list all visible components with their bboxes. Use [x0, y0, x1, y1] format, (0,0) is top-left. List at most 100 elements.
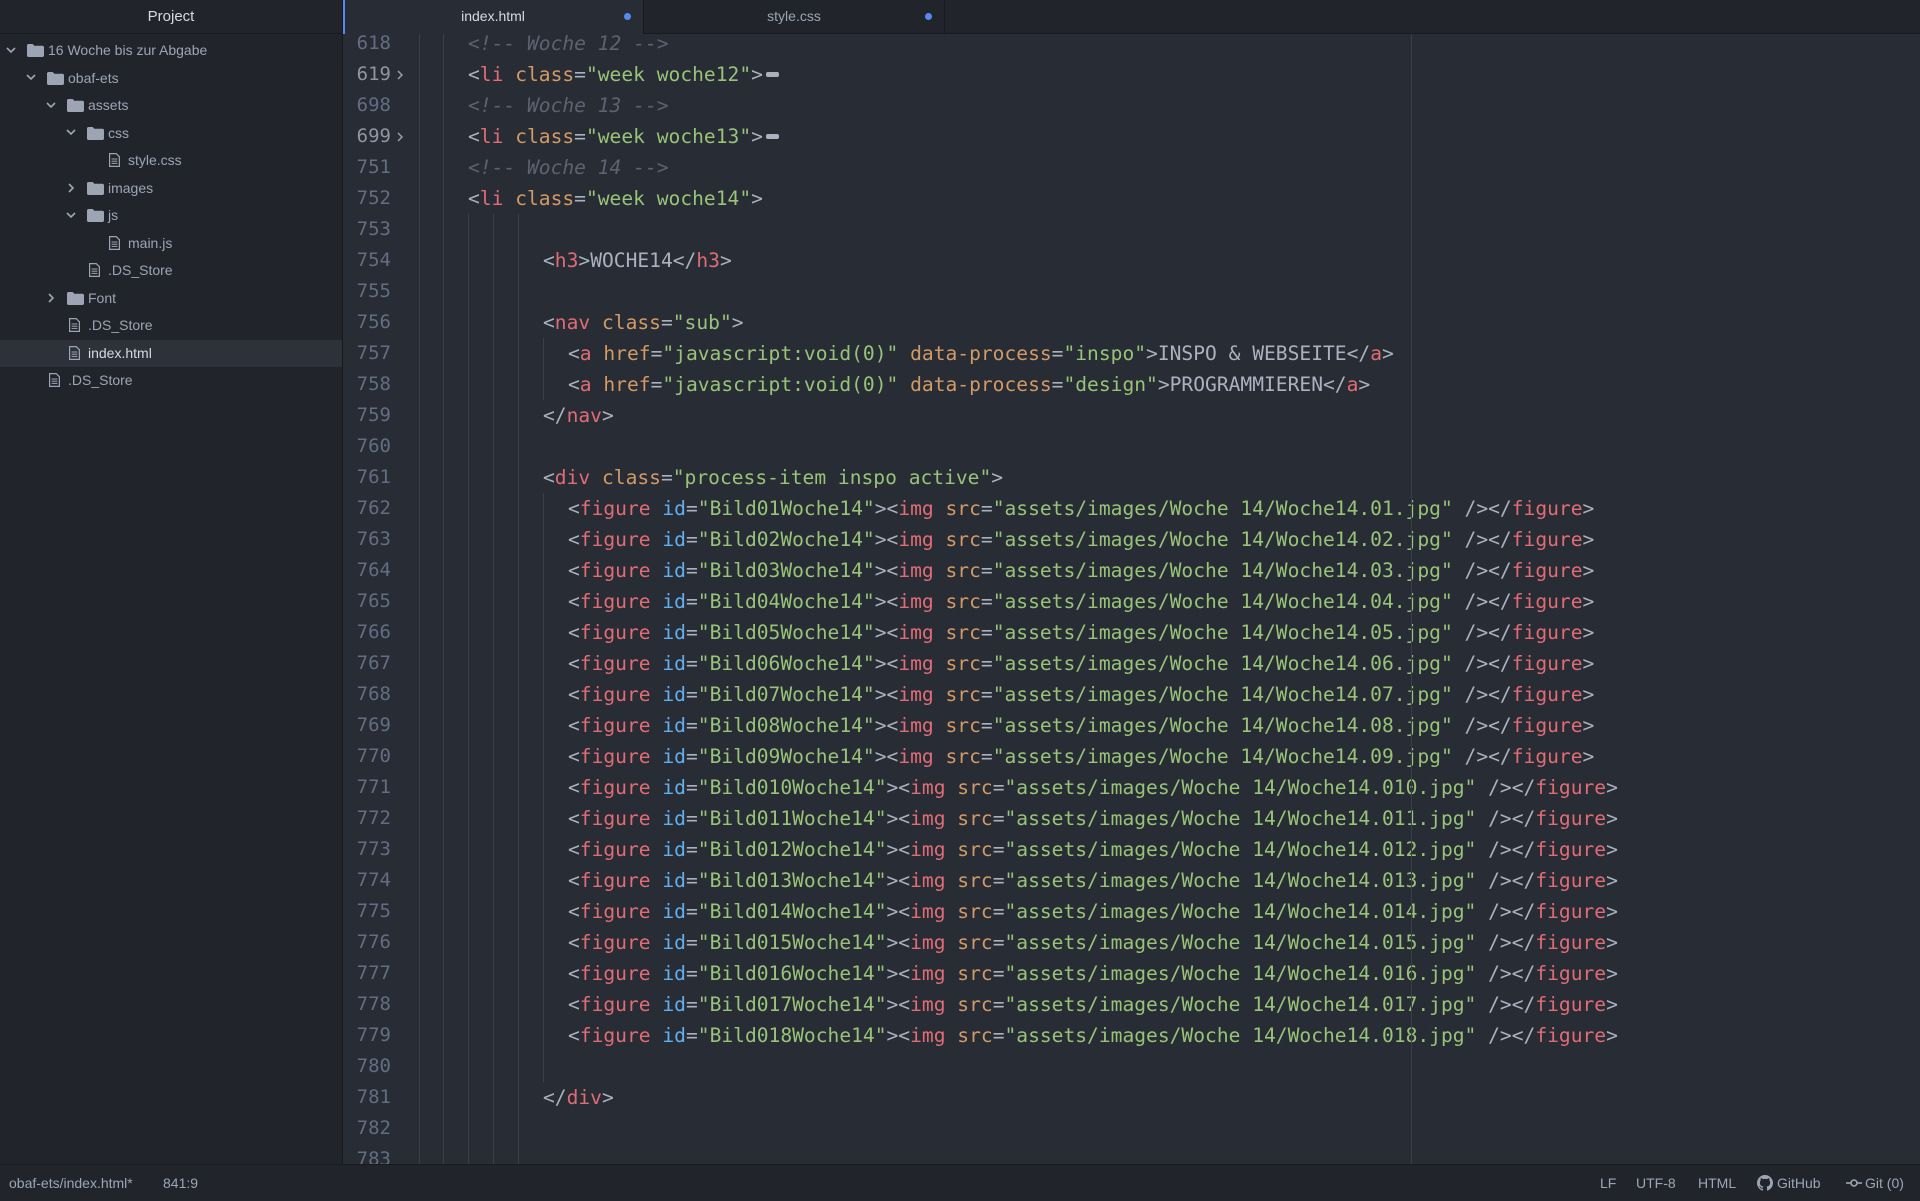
- fold-ellipsis-icon[interactable]: [765, 134, 779, 139]
- line-ending-selector[interactable]: LF: [1600, 1165, 1616, 1201]
- tree-folder[interactable]: 16 Woche bis zur Abgabe: [0, 37, 342, 65]
- code-token: ><: [874, 590, 899, 613]
- code-line[interactable]: </div>: [543, 1082, 614, 1113]
- code-token: =: [685, 714, 698, 737]
- tree-file[interactable]: style.css: [0, 147, 342, 175]
- tree-item-label: index.html: [88, 344, 152, 361]
- code-token: figure: [1511, 652, 1583, 675]
- chevron-down-icon[interactable]: [25, 65, 37, 93]
- code-token: <: [568, 652, 580, 675]
- code-token: h3: [696, 249, 720, 272]
- code-token: =: [685, 745, 698, 768]
- code-line[interactable]: <a href="javascript:void(0)" data-proces…: [568, 338, 1394, 369]
- code-line[interactable]: <a href="javascript:void(0)" data-proces…: [568, 369, 1370, 400]
- line-number: 699: [356, 125, 391, 147]
- code-line[interactable]: <figure id="Bild012Woche14"><img src="as…: [568, 834, 1618, 865]
- code-line[interactable]: <figure id="Bild04Woche14"><img src="ass…: [568, 586, 1594, 617]
- wrap-guide: [1411, 34, 1412, 1164]
- tree-item-label: main.js: [128, 234, 173, 251]
- code-line[interactable]: <figure id="Bild010Woche14"><img src="as…: [568, 772, 1618, 803]
- code-line[interactable]: <!-- Woche 13 -->: [468, 90, 669, 121]
- fold-ellipsis-icon[interactable]: [765, 72, 779, 77]
- code-line[interactable]: <!-- Woche 14 -->: [468, 152, 669, 183]
- code-line[interactable]: </nav>: [543, 400, 614, 431]
- code-line[interactable]: <figure id="Bild02Woche14"><img src="ass…: [568, 524, 1594, 555]
- fold-chevron-icon[interactable]: [397, 121, 404, 152]
- code-token: >: [1146, 342, 1158, 365]
- chevron-down-icon[interactable]: [65, 120, 77, 148]
- code-line[interactable]: <figure id="Bild014Woche14"><img src="as…: [568, 896, 1618, 927]
- code-line[interactable]: <figure id="Bild017Woche14"><img src="as…: [568, 989, 1618, 1020]
- code-line[interactable]: <li class="week woche13">: [468, 121, 779, 152]
- tab-index-html[interactable]: index.html: [343, 0, 644, 34]
- fold-chevron-icon[interactable]: [397, 59, 404, 90]
- tree-file[interactable]: index.html: [0, 339, 342, 367]
- code-token: "week woche13": [585, 125, 752, 148]
- tree-folder[interactable]: obaf-ets: [0, 65, 342, 93]
- chevron-down-icon[interactable]: [5, 37, 17, 65]
- line-number: 777: [356, 962, 391, 984]
- file-path[interactable]: obaf-ets/index.html*: [9, 1165, 133, 1201]
- tree-folder[interactable]: css: [0, 120, 342, 148]
- line-number: 751: [356, 156, 391, 178]
- code-token: ": [992, 590, 1005, 613]
- code-editor[interactable]: 618 619 698 699 751 752 753 754 755 756 757 758 759 7…: [343, 34, 1920, 1164]
- code-line[interactable]: <div class="process-item inspo active">: [543, 462, 1003, 493]
- code-token: INSPO & WEBSEITE: [1157, 342, 1347, 365]
- code-line[interactable]: <figure id="Bild01Woche14"><img src="ass…: [568, 493, 1594, 524]
- code-line[interactable]: <figure id="Bild011Woche14"><img src="as…: [568, 803, 1618, 834]
- tab-style-css[interactable]: style.css: [644, 0, 945, 33]
- git-button[interactable]: Git (0): [1846, 1165, 1904, 1201]
- code-line[interactable]: <figure id="Bild016Woche14"><img src="as…: [568, 958, 1618, 989]
- code-token: ": [874, 838, 887, 861]
- code-line[interactable]: <figure id="Bild05Woche14"><img src="ass…: [568, 617, 1594, 648]
- code-token: src: [945, 683, 981, 706]
- github-button[interactable]: GitHub: [1757, 1165, 1821, 1201]
- tree-folder[interactable]: assets: [0, 92, 342, 120]
- tree-file[interactable]: .DS_Store: [0, 257, 342, 285]
- grammar-selector[interactable]: HTML: [1698, 1165, 1736, 1201]
- encoding-selector[interactable]: UTF-8: [1636, 1165, 1676, 1201]
- code-token: li: [479, 63, 504, 86]
- tree-file[interactable]: main.js: [0, 230, 342, 258]
- code-line[interactable]: <li class="week woche12">: [468, 59, 779, 90]
- code-token: /></: [1476, 869, 1536, 892]
- code-line[interactable]: <figure id="Bild015Woche14"><img src="as…: [568, 927, 1618, 958]
- code-token: src: [957, 1024, 993, 1047]
- code-line[interactable]: <figure id="Bild09Woche14"><img src="ass…: [568, 741, 1594, 772]
- tree-folder[interactable]: images: [0, 175, 342, 203]
- code-line[interactable]: <figure id="Bild08Woche14"><img src="ass…: [568, 710, 1594, 741]
- tree-file[interactable]: .DS_Store: [0, 312, 342, 340]
- chevron-down-icon[interactable]: [65, 202, 77, 230]
- code-line[interactable]: <li class="week woche14">: [468, 183, 763, 214]
- tree-file[interactable]: .DS_Store: [0, 367, 342, 395]
- code-line[interactable]: <nav class="sub">: [543, 307, 744, 338]
- code-token: ": [992, 559, 1005, 582]
- tree-folder[interactable]: js: [0, 202, 342, 230]
- code-line[interactable]: <figure id="Bild03Woche14"><img src="ass…: [568, 555, 1594, 586]
- code-token: ": [1440, 683, 1453, 706]
- code-line[interactable]: <!-- Woche 12 -->: [468, 34, 669, 59]
- code-token: ><: [886, 1024, 911, 1047]
- code-token: =: [980, 621, 993, 644]
- tree-folder[interactable]: Font: [0, 285, 342, 313]
- code-token: a: [1370, 342, 1382, 365]
- chevron-right-icon[interactable]: [45, 285, 57, 313]
- code-line[interactable]: <figure id="Bild018Woche14"><img src="as…: [568, 1020, 1618, 1051]
- code-line[interactable]: <figure id="Bild06Woche14"><img src="ass…: [568, 648, 1594, 679]
- code-token: figure: [1511, 714, 1583, 737]
- code-line[interactable]: <h3>WOCHE14</h3>: [543, 245, 732, 276]
- chevron-right-icon[interactable]: [65, 175, 77, 203]
- code-line[interactable]: <figure id="Bild013Woche14"><img src="as…: [568, 865, 1618, 896]
- line-number: 770: [356, 745, 391, 767]
- code-token: ": [697, 745, 710, 768]
- code-token: img: [910, 838, 946, 861]
- chevron-down-icon[interactable]: [45, 92, 57, 120]
- cursor-position[interactable]: 841:9: [163, 1165, 198, 1201]
- code-line[interactable]: <figure id="Bild07Woche14"><img src="ass…: [568, 679, 1594, 710]
